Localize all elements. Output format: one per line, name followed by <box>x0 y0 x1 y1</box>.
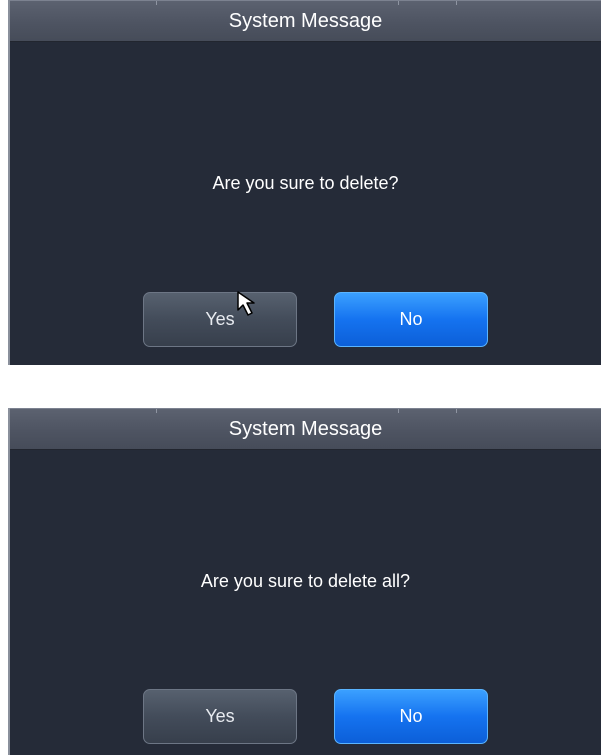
dialog-title: System Message <box>228 10 383 32</box>
dialog-titlebar: System Message <box>10 408 601 450</box>
delete-all-confirm-dialog: System Message Are you sure to delete al… <box>8 408 601 755</box>
yes-button-label: Yes <box>205 706 235 726</box>
yes-button-label: Yes <box>205 309 235 329</box>
screenshot-page: System Message Are you sure to delete? Y… <box>0 0 601 755</box>
no-button-label: No <box>399 309 423 329</box>
dialog-title: System Message <box>228 418 383 440</box>
dialog-message: Are you sure to delete all? <box>200 571 411 591</box>
no-button[interactable]: No <box>334 292 488 347</box>
titlebar-tick <box>398 409 399 413</box>
titlebar-tick <box>456 409 457 413</box>
yes-button[interactable]: Yes <box>143 689 297 744</box>
titlebar-tick <box>398 1 399 5</box>
titlebar-tick <box>156 1 157 5</box>
yes-button[interactable]: Yes <box>143 292 297 347</box>
delete-confirm-dialog: System Message Are you sure to delete? Y… <box>8 0 601 365</box>
titlebar-tick <box>456 1 457 5</box>
no-button-label: No <box>399 706 423 726</box>
no-button[interactable]: No <box>334 689 488 744</box>
titlebar-tick <box>156 409 157 413</box>
dialog-message: Are you sure to delete? <box>212 173 399 193</box>
dialog-titlebar: System Message <box>10 0 601 42</box>
